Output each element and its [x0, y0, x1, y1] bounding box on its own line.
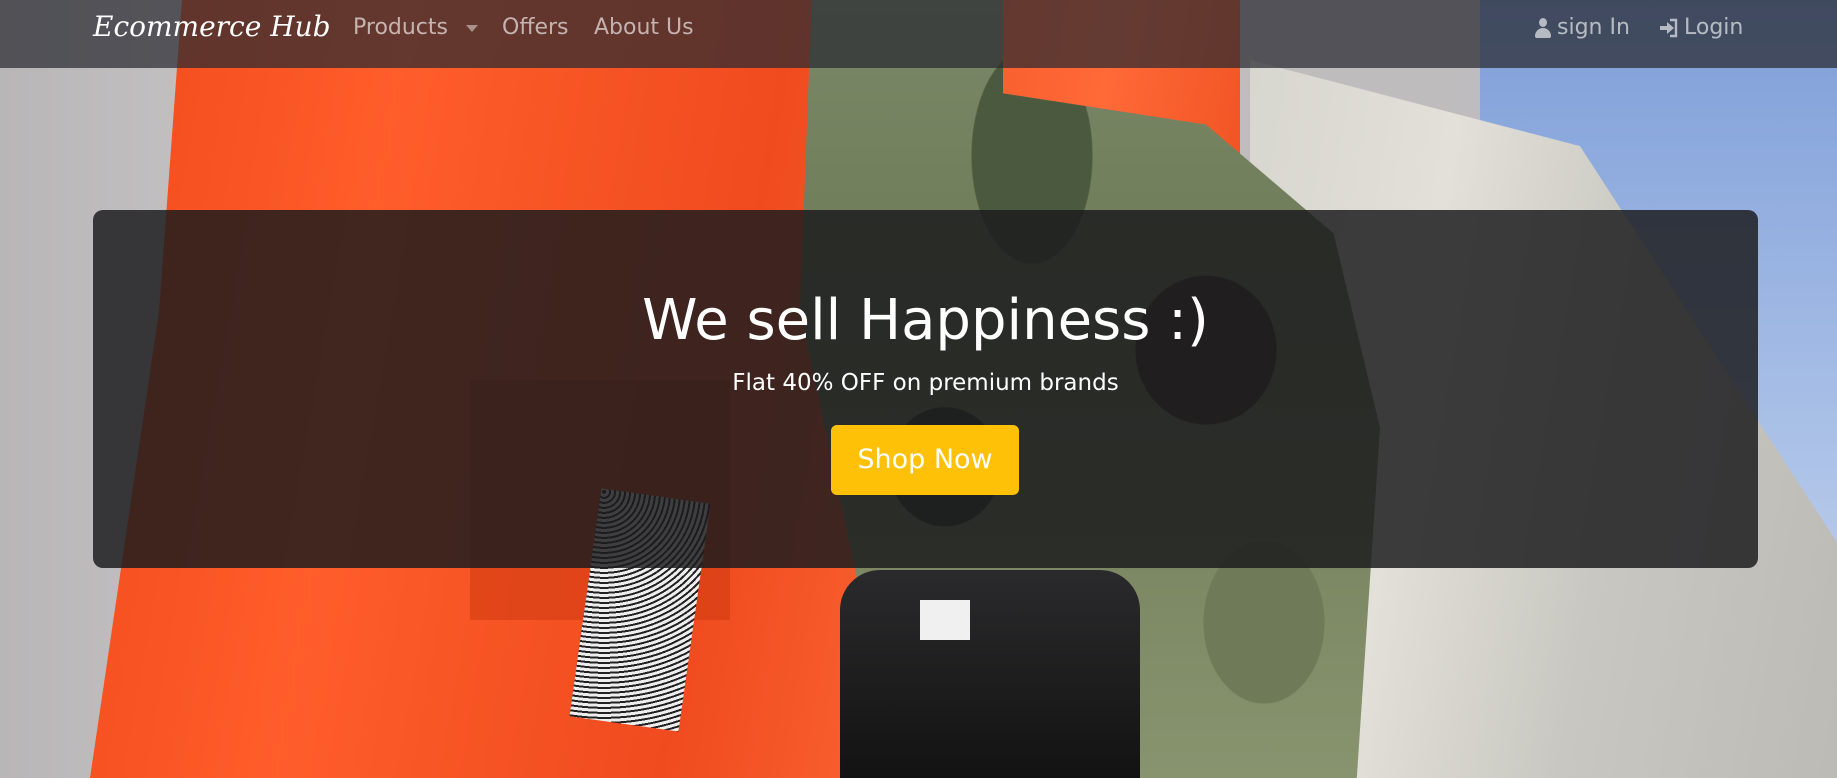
navbar: Ecommerce Hub Products Offers About Us s… [0, 0, 1837, 68]
hero-section: Ecommerce Hub Products Offers About Us s… [0, 0, 1837, 778]
nav-products-dropdown[interactable]: Products [353, 14, 448, 42]
login-label: Login [1684, 15, 1744, 40]
background-sneaker-tag [920, 600, 970, 640]
hero-card: We sell Happiness :) Flat 40% OFF on pre… [93, 210, 1758, 568]
caret-down-icon[interactable] [466, 25, 478, 32]
nav-about-us[interactable]: About Us [594, 14, 694, 42]
sign-in-label: sign In [1557, 15, 1630, 40]
background-sneaker [840, 570, 1140, 778]
brand-logo[interactable]: Ecommerce Hub [93, 8, 331, 46]
hero-subtitle: Flat 40% OFF on premium brands [732, 370, 1119, 396]
nav-offers[interactable]: Offers [502, 14, 569, 42]
sign-in-arrow-icon [1660, 18, 1678, 38]
hero-title: We sell Happiness :) [642, 288, 1209, 353]
shop-now-button[interactable]: Shop Now [831, 425, 1019, 495]
login-link[interactable]: Login [1658, 14, 1743, 42]
sign-in-link[interactable]: sign In [1535, 14, 1630, 42]
user-icon [1535, 18, 1551, 38]
